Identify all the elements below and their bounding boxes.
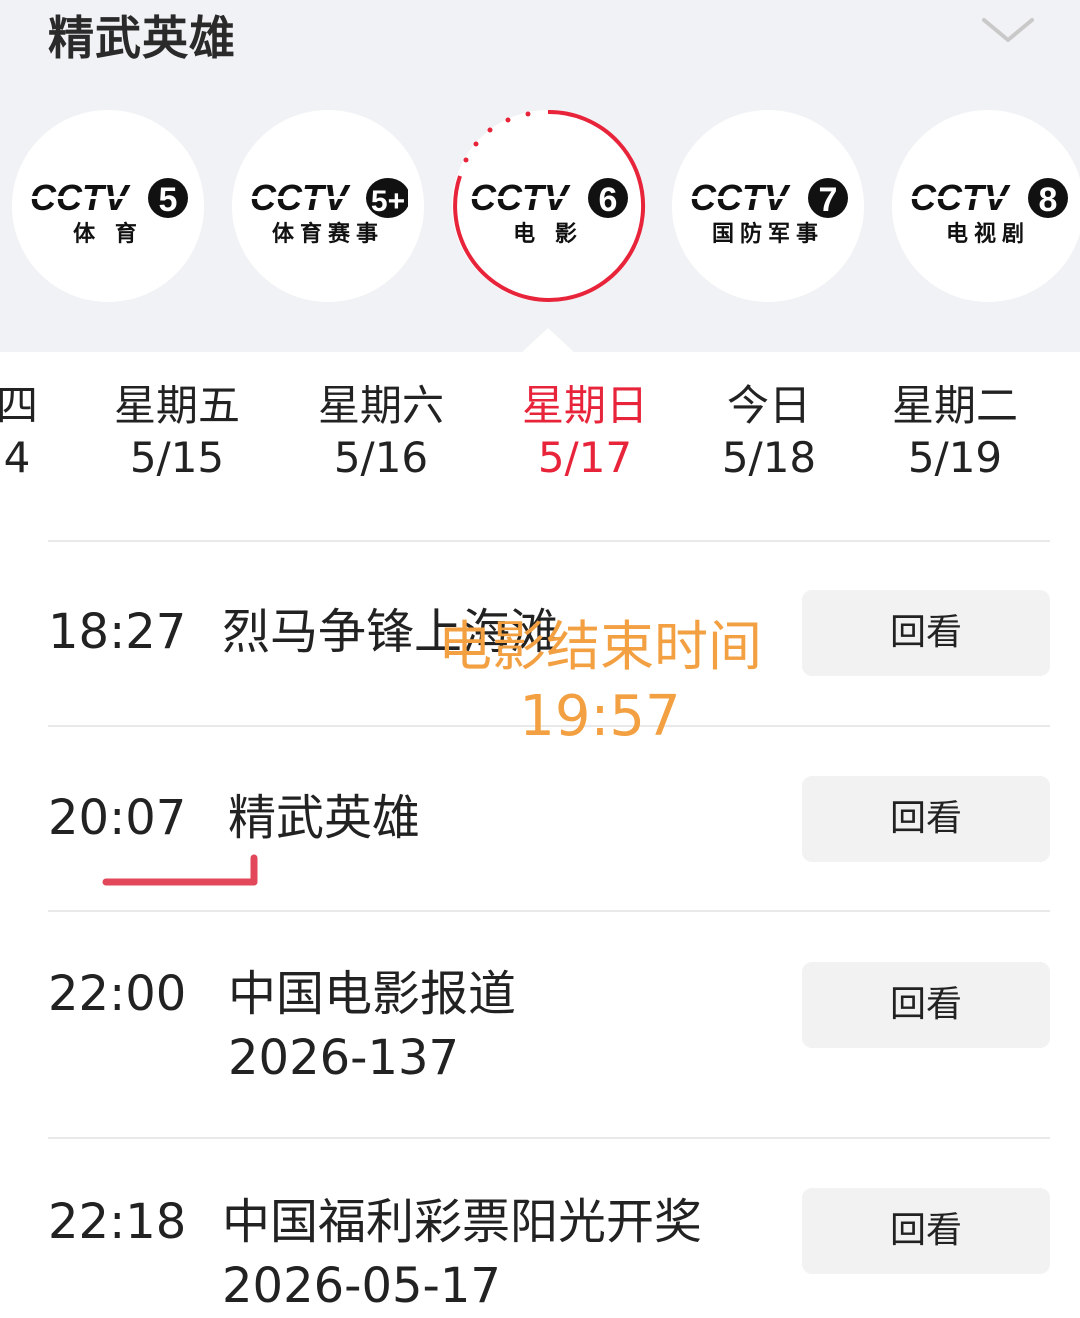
day-tab-sun[interactable]: 星期日 5/17	[490, 380, 680, 484]
channel-cctv5[interactable]: CCTV 5 体 育	[12, 110, 204, 302]
divider	[48, 910, 1050, 912]
day-tab-sat[interactable]: 星期六 5/16	[286, 380, 476, 484]
svg-text:6: 6	[599, 181, 618, 219]
day-name: 星期日	[521, 381, 648, 430]
channel-subtitle: 国防军事	[711, 222, 824, 247]
program-name: 中国福利彩票阳光开奖	[222, 1194, 703, 1250]
channel-subtitle: 电 影	[513, 222, 583, 247]
day-name: 星期五	[113, 381, 240, 430]
replay-button[interactable]: 回看	[802, 962, 1050, 1048]
program-name: 中国电影报道	[228, 966, 517, 1022]
svg-text:5: 5	[159, 181, 178, 219]
day-tab-today[interactable]: 今日 5/18	[674, 380, 864, 484]
channel-cctv5plus[interactable]: CCTV 5+ 体育赛事	[232, 110, 424, 302]
channel-header: 精武英雄 CCTV 5 体 育 CCTV 5+ 体育赛事 CCTV 6 电 影 …	[0, 0, 1080, 354]
cctv7-logo-icon: CCTV 7	[690, 177, 848, 219]
underline-mark-icon	[102, 854, 258, 886]
day-name: 星期六	[317, 381, 444, 430]
chevron-down-icon[interactable]	[978, 12, 1038, 48]
channel-cctv6[interactable]: CCTV 6 电 影	[452, 109, 646, 302]
day-name: 星期二	[891, 381, 1018, 430]
svg-text:8: 8	[1039, 181, 1058, 219]
svg-text:7: 7	[819, 181, 838, 219]
program-time: 22:00	[48, 966, 187, 1022]
cctv6-logo-icon: CCTV 6	[470, 177, 628, 219]
day-date: 5/18	[721, 433, 817, 482]
annotation-note: 电影结束时间 19:57	[430, 612, 770, 752]
channel-subtitle: 体 育	[73, 222, 143, 247]
channel-cctv7[interactable]: CCTV 7 国防军事	[672, 110, 864, 302]
day-tab-tue[interactable]: 星期二 5/19	[860, 380, 1050, 484]
channel-subtitle: 电视剧	[945, 222, 1030, 247]
cctv5plus-logo-icon: CCTV 5+	[250, 177, 408, 218]
day-name: 今日	[726, 381, 811, 430]
cctv5-logo-icon: CCTV 5	[30, 177, 188, 219]
program-title: 精武英雄	[48, 11, 236, 65]
program-episode: 2026-05-17	[222, 1258, 501, 1314]
selected-indicator-notch	[520, 328, 576, 354]
cctv8-logo-icon: CCTV 8	[910, 177, 1068, 219]
program-time: 22:18	[48, 1194, 187, 1250]
divider	[48, 540, 1050, 542]
program-name: 精武英雄	[228, 790, 421, 846]
program-time: 18:27	[48, 604, 187, 660]
channel-subtitle: 体育赛事	[271, 222, 384, 247]
replay-button[interactable]: 回看	[802, 776, 1050, 862]
program-episode: 2026-137	[228, 1030, 460, 1086]
day-tab-fri[interactable]: 星期五 5/15	[82, 380, 272, 484]
day-date: 5/19	[907, 433, 1003, 482]
day-date: 5/15	[129, 433, 225, 482]
divider	[48, 1137, 1050, 1139]
day-date: 5/17	[537, 433, 633, 482]
channel-cctv8[interactable]: CCTV 8 电视剧	[892, 110, 1080, 302]
program-time: 20:07	[48, 790, 187, 846]
replay-button[interactable]: 回看	[802, 1188, 1050, 1274]
annotation-line2: 19:57	[519, 684, 681, 749]
replay-button[interactable]: 回看	[802, 590, 1050, 676]
svg-text:5+: 5+	[371, 185, 405, 218]
day-date: 5/16	[333, 433, 429, 482]
annotation-line1: 电影结束时间	[438, 615, 762, 678]
